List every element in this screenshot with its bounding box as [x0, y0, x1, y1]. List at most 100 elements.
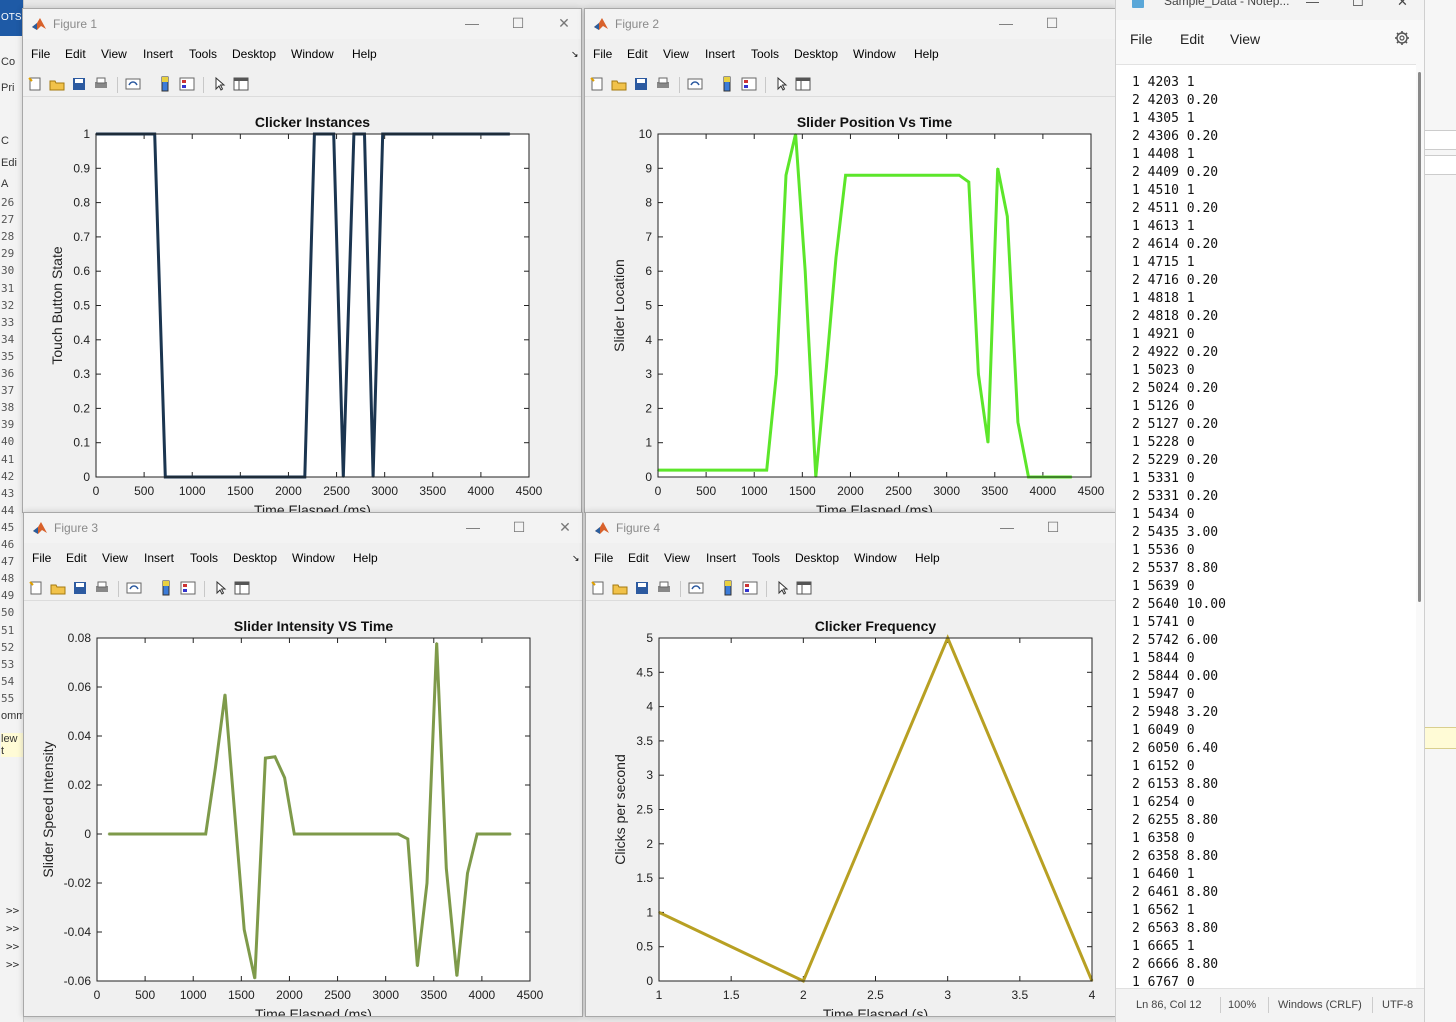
link-plot-icon[interactable]	[126, 580, 142, 596]
menu-edit[interactable]: Edit	[65, 47, 86, 61]
plot-area[interactable]: Slider Position Vs Time 0 500 1000 1500 2000 2…	[585, 98, 1116, 513]
print-icon[interactable]	[655, 76, 671, 92]
notepad-scrollbar[interactable]	[1418, 72, 1421, 602]
menu-window[interactable]: Window	[291, 47, 334, 61]
menu-file[interactable]: File	[31, 47, 50, 61]
legend-icon[interactable]	[742, 580, 758, 596]
menu-view[interactable]: View	[101, 47, 127, 61]
menu-insert[interactable]: Insert	[705, 47, 735, 61]
figure-titlebar[interactable]: Figure 2 — ☐	[585, 9, 1115, 39]
print-icon[interactable]	[656, 580, 672, 596]
pointer-icon[interactable]	[211, 76, 227, 92]
property-inspector-icon[interactable]	[234, 580, 250, 596]
save-icon[interactable]	[633, 76, 649, 92]
notepad-menu-view[interactable]: View	[1230, 31, 1260, 47]
plot-area[interactable]: Slider Intensity VS Time 0 500 1000 1500 2000…	[24, 602, 583, 1017]
close-icon[interactable]: ✕	[556, 518, 574, 536]
plot-area[interactable]: Clicker Instances 0 500 1000 1500 2000 2500 300…	[23, 98, 582, 513]
print-icon[interactable]	[94, 580, 110, 596]
link-plot-icon[interactable]	[688, 580, 704, 596]
close-icon[interactable]: ✕	[1397, 0, 1408, 10]
open-file-icon[interactable]	[50, 580, 66, 596]
maximize-icon[interactable]: ☐	[509, 14, 527, 32]
menu-view[interactable]: View	[664, 551, 690, 565]
menu-file[interactable]: File	[32, 551, 51, 565]
legend-icon[interactable]	[179, 76, 195, 92]
save-icon[interactable]	[71, 76, 87, 92]
notepad-menu-file[interactable]: File	[1130, 31, 1153, 47]
maximize-icon[interactable]: ☐	[1352, 0, 1364, 10]
menu-tools[interactable]: Tools	[189, 47, 217, 61]
link-plot-icon[interactable]	[687, 76, 703, 92]
menu-help[interactable]: Help	[353, 551, 378, 565]
open-file-icon[interactable]	[49, 76, 65, 92]
minimize-icon[interactable]: —	[464, 518, 482, 536]
pointer-icon[interactable]	[774, 580, 790, 596]
menu-desktop[interactable]: Desktop	[795, 551, 839, 565]
notepad-text-area[interactable]: 1 4203 1 2 4203 0.20 1 4305 1 2 4306 0.20 1 …	[1116, 64, 1416, 988]
menu-help[interactable]: Help	[352, 47, 377, 61]
new-figure-icon[interactable]	[27, 76, 43, 92]
menu-file[interactable]: File	[593, 47, 612, 61]
link-plot-icon[interactable]	[125, 76, 141, 92]
property-inspector-icon[interactable]	[795, 76, 811, 92]
menu-window[interactable]: Window	[853, 47, 896, 61]
menu-file[interactable]: File	[594, 551, 613, 565]
menu-edit[interactable]: Edit	[627, 47, 648, 61]
menu-insert[interactable]: Insert	[143, 47, 173, 61]
maximize-icon[interactable]: ☐	[1043, 14, 1061, 32]
new-figure-icon[interactable]	[589, 76, 605, 92]
menu-view[interactable]: View	[102, 551, 128, 565]
new-figure-icon[interactable]	[28, 580, 44, 596]
property-inspector-icon[interactable]	[233, 76, 249, 92]
colorbar-icon[interactable]	[719, 76, 735, 92]
dock-arrow-icon[interactable]: ↘	[572, 553, 580, 564]
save-icon[interactable]	[72, 580, 88, 596]
figure-titlebar[interactable]: Figure 1 — ☐ ✕	[23, 9, 581, 39]
save-icon[interactable]	[634, 580, 650, 596]
colorbar-icon[interactable]	[158, 580, 174, 596]
bg-snippet[interactable]: A	[1, 178, 8, 190]
pointer-icon[interactable]	[212, 580, 228, 596]
menu-window[interactable]: Window	[854, 551, 897, 565]
new-figure-icon[interactable]	[590, 580, 606, 596]
minimize-icon[interactable]: —	[1306, 0, 1319, 9]
plot-area[interactable]: Clicker Frequency 1 1.5 2 2.5 3 3.5 4 0 0.5 1 1.5 2 2…	[586, 602, 1117, 1017]
figure-titlebar[interactable]: Figure 3 — ☐ ✕	[24, 513, 582, 543]
menu-view[interactable]: View	[663, 47, 689, 61]
matlab-toolstrip-tab[interactable]: OTS	[0, 0, 23, 36]
pointer-icon[interactable]	[773, 76, 789, 92]
legend-icon[interactable]	[741, 76, 757, 92]
menu-window[interactable]: Window	[292, 551, 335, 565]
bg-snippet[interactable]: Edi	[1, 157, 17, 169]
maximize-icon[interactable]: ☐	[1044, 518, 1062, 536]
colorbar-icon[interactable]	[720, 580, 736, 596]
menu-desktop[interactable]: Desktop	[232, 47, 276, 61]
minimize-icon[interactable]: —	[997, 14, 1015, 32]
notepad-titlebar[interactable]: Sample_Data - Notep... — ☐ ✕	[1116, 0, 1424, 20]
dock-arrow-icon[interactable]: ↘	[571, 49, 579, 60]
close-icon[interactable]: ✕	[555, 14, 573, 32]
colorbar-icon[interactable]	[157, 76, 173, 92]
menu-tools[interactable]: Tools	[751, 47, 779, 61]
menu-insert[interactable]: Insert	[706, 551, 736, 565]
open-file-icon[interactable]	[611, 76, 627, 92]
maximize-icon[interactable]: ☐	[510, 518, 528, 536]
minimize-icon[interactable]: —	[463, 14, 481, 32]
menu-help[interactable]: Help	[915, 551, 940, 565]
figure-titlebar[interactable]: Figure 4 — ☐	[586, 513, 1116, 543]
menu-edit[interactable]: Edit	[628, 551, 649, 565]
menu-desktop[interactable]: Desktop	[233, 551, 277, 565]
menu-help[interactable]: Help	[914, 47, 939, 61]
legend-icon[interactable]	[180, 580, 196, 596]
menu-tools[interactable]: Tools	[190, 551, 218, 565]
menu-tools[interactable]: Tools	[752, 551, 780, 565]
menu-edit[interactable]: Edit	[66, 551, 87, 565]
print-icon[interactable]	[93, 76, 109, 92]
notepad-menu-edit[interactable]: Edit	[1180, 31, 1204, 47]
menu-insert[interactable]: Insert	[144, 551, 174, 565]
open-file-icon[interactable]	[612, 580, 628, 596]
property-inspector-icon[interactable]	[796, 580, 812, 596]
menu-desktop[interactable]: Desktop	[794, 47, 838, 61]
minimize-icon[interactable]: —	[998, 518, 1016, 536]
